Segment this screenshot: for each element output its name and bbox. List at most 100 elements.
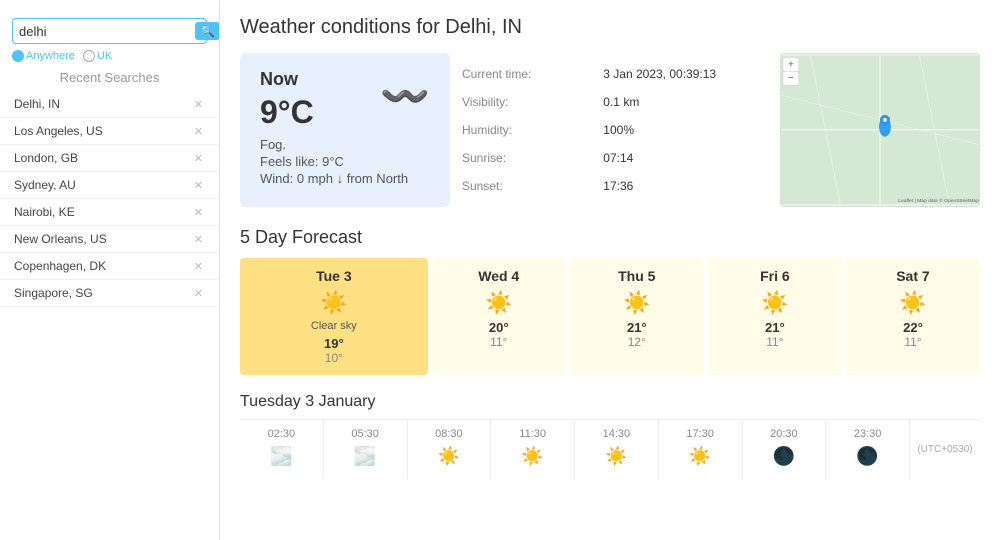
humidity-label: Humidity:: [462, 118, 583, 142]
forecast-low: 12°: [576, 335, 698, 349]
hourly-weather-icon: 🌑: [747, 446, 822, 467]
hourly-time: 23:30: [830, 428, 905, 440]
forecast-day-name: Thu 5: [576, 268, 698, 284]
now-label: Now: [260, 69, 314, 90]
forecast-grid: Tue 3 ☀️ Clear sky 19° 10° Wed 4 ☀️ 20° …: [240, 258, 980, 375]
forecast-day-name: Sat 7: [852, 268, 974, 284]
recent-item[interactable]: London, GB ✕: [0, 145, 219, 172]
forecast-weather-icon: ☀️: [438, 290, 560, 316]
remove-button[interactable]: ✕: [192, 125, 205, 138]
now-feels-like: Feels like: 9°C: [260, 154, 430, 169]
remove-button[interactable]: ✕: [192, 287, 205, 300]
uk-label: UK: [97, 50, 112, 62]
svg-text:Leaflet | Map data © OpenStree: Leaflet | Map data © OpenStreetMap: [898, 197, 979, 204]
recent-item[interactable]: Los Angeles, US ✕: [0, 118, 219, 145]
hourly-item: 05:30 🌫️: [324, 420, 408, 479]
recent-item[interactable]: Nairobi, KE ✕: [0, 199, 219, 226]
svg-text:+: +: [788, 59, 794, 70]
search-button[interactable]: 🔍: [195, 22, 220, 40]
forecast-title: 5 Day Forecast: [240, 227, 980, 248]
hourly-weather-icon: ☀️: [412, 446, 487, 467]
humidity-value: 100%: [603, 118, 768, 142]
hourly-weather-icon: 🌫️: [328, 446, 403, 467]
forecast-day-name: Tue 3: [246, 268, 422, 284]
remove-button[interactable]: ✕: [192, 98, 205, 111]
now-description: Fog.: [260, 137, 430, 152]
remove-button[interactable]: ✕: [192, 179, 205, 192]
uk-icon: [83, 50, 95, 62]
recent-item-label: Nairobi, KE: [14, 205, 75, 219]
hourly-item: 17:30 ☀️: [659, 420, 743, 479]
visibility-label: Visibility:: [462, 90, 583, 114]
recent-item-label: London, GB: [14, 151, 78, 165]
hourly-item: 02:30 🌫️: [240, 420, 324, 479]
sunrise-label: Sunrise:: [462, 146, 583, 170]
hourly-item: 14:30 ☀️: [575, 420, 659, 479]
hourly-title: Tuesday 3 January: [240, 393, 980, 411]
anywhere-toggle[interactable]: Anywhere: [12, 50, 75, 62]
forecast-weather-icon: ☀️: [714, 290, 836, 316]
sunset-value: 17:36: [603, 174, 768, 198]
hourly-weather-icon: ☀️: [579, 446, 654, 467]
forecast-day: Fri 6 ☀️ 21° 11°: [708, 258, 842, 375]
anywhere-icon: [12, 50, 24, 62]
recent-item[interactable]: Sydney, AU ✕: [0, 172, 219, 199]
forecast-high: 21°: [576, 320, 698, 335]
forecast-high: 20°: [438, 320, 560, 335]
remove-button[interactable]: ✕: [192, 260, 205, 273]
hourly-time: 02:30: [244, 428, 319, 440]
hourly-item: 08:30 ☀️: [408, 420, 492, 479]
uk-toggle[interactable]: UK: [83, 50, 112, 62]
now-section: Now 9°C 〰️ Fog. Feels like: 9°C Wind: 0 …: [240, 53, 980, 207]
forecast-low: 11°: [852, 335, 974, 349]
recent-item-label: Delhi, IN: [14, 97, 60, 111]
search-bar: 🔍: [12, 18, 207, 44]
search-input[interactable]: [19, 24, 195, 39]
page-title: Weather conditions for Delhi, IN: [240, 16, 980, 39]
recent-list: Delhi, IN✕Los Angeles, US✕London, GB✕Syd…: [0, 91, 219, 307]
hourly-weather-icon: 🌑: [830, 446, 905, 467]
hourly-weather-icon: ☀️: [663, 446, 738, 467]
svg-text:−: −: [788, 73, 794, 84]
hourly-time: 17:30: [663, 428, 738, 440]
hourly-time: 05:30: [328, 428, 403, 440]
forecast-low: 11°: [438, 335, 560, 349]
recent-item[interactable]: Delhi, IN ✕: [0, 91, 219, 118]
forecast-day: Tue 3 ☀️ Clear sky 19° 10°: [240, 258, 428, 375]
forecast-high: 21°: [714, 320, 836, 335]
recent-item-label: Copenhagen, DK: [14, 259, 106, 273]
remove-button[interactable]: ✕: [192, 152, 205, 165]
forecast-low: 10°: [246, 351, 422, 365]
recent-item[interactable]: Copenhagen, DK ✕: [0, 253, 219, 280]
sunrise-value: 07:14: [603, 146, 768, 170]
forecast-high: 19°: [246, 336, 422, 351]
forecast-high: 22°: [852, 320, 974, 335]
recent-item[interactable]: New Orleans, US ✕: [0, 226, 219, 253]
recent-item-label: New Orleans, US: [14, 232, 107, 246]
hourly-time: 11:30: [495, 428, 570, 440]
map-box[interactable]: + − Leaflet | Map data © OpenStreetMap: [780, 53, 980, 207]
hourly-weather-icon: ☀️: [495, 446, 570, 467]
forecast-day-name: Wed 4: [438, 268, 560, 284]
forecast-desc: Clear sky: [246, 320, 422, 332]
now-card: Now 9°C 〰️ Fog. Feels like: 9°C Wind: 0 …: [240, 53, 450, 207]
sunset-label: Sunset:: [462, 174, 583, 198]
remove-button[interactable]: ✕: [192, 206, 205, 219]
forecast-weather-icon: ☀️: [852, 290, 974, 316]
recent-item[interactable]: Singapore, SG✕: [0, 280, 219, 307]
anywhere-label: Anywhere: [26, 50, 75, 62]
forecast-day: Sat 7 ☀️ 22° 11°: [846, 258, 980, 375]
hourly-item: 23:30 🌑: [826, 420, 910, 479]
hourly-item: 11:30 ☀️: [491, 420, 575, 479]
now-weather-icon: 〰️: [380, 73, 430, 120]
recent-searches-title: Recent Searches: [0, 70, 219, 85]
hourly-item: 20:30 🌑: [743, 420, 827, 479]
hourly-grid: 02:30 🌫️ 05:30 🌫️ 08:30 ☀️ 11:30 ☀️ 14:3…: [240, 419, 980, 479]
recent-item-label: Sydney, AU: [14, 178, 76, 192]
current-time-value: 3 Jan 2023, 00:39:13: [603, 62, 768, 86]
hourly-time: 08:30: [412, 428, 487, 440]
now-wind: Wind: 0 mph ↓ from North: [260, 171, 430, 186]
remove-button[interactable]: ✕: [192, 233, 205, 246]
forecast-low: 11°: [714, 335, 836, 349]
recent-item-label: Los Angeles, US: [14, 124, 103, 138]
